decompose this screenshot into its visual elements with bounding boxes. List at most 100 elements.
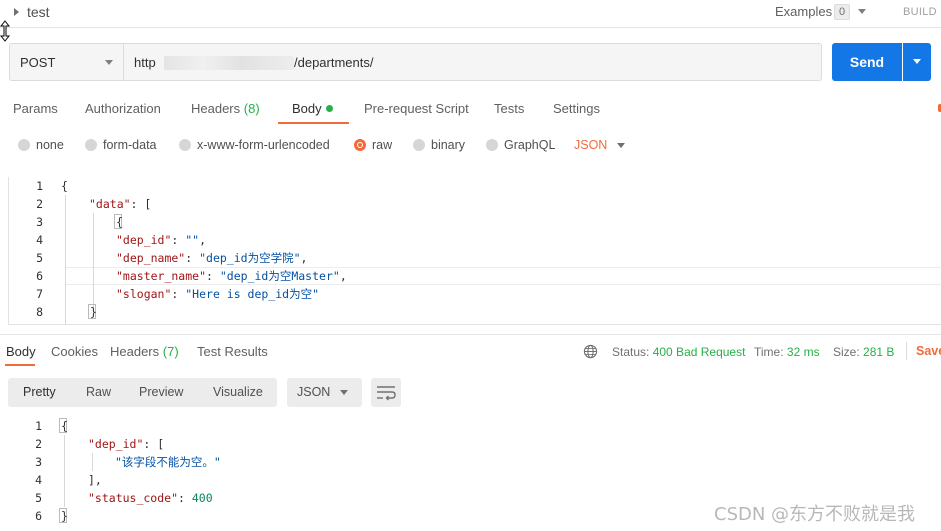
globe-icon[interactable]: [583, 344, 598, 359]
line-number: 1: [36, 179, 43, 193]
tab-params[interactable]: Params: [13, 101, 58, 116]
tab-body[interactable]: Body: [292, 101, 333, 116]
body-type-options: none form-data x-www-form-urlencoded raw…: [0, 134, 941, 158]
response-view-modes: Pretty Raw Preview Visualize: [8, 378, 277, 407]
response-format-select[interactable]: JSON: [287, 378, 362, 407]
view-preview-button[interactable]: Preview: [139, 385, 183, 399]
response-headers-count: (7): [162, 344, 179, 359]
send-options-button[interactable]: [903, 43, 931, 81]
examples-chevron-down-icon[interactable]: [858, 9, 866, 14]
response-format-value: JSON: [297, 385, 331, 399]
tab-settings[interactable]: Settings: [553, 101, 600, 116]
label-binary[interactable]: binary: [431, 138, 465, 152]
response-tab-test-results[interactable]: Test Results: [197, 344, 268, 359]
tab-headers[interactable]: Headers (8): [191, 101, 260, 116]
json-key: "dep_name": [116, 251, 186, 265]
url-path: /departments/: [294, 55, 374, 70]
request-body-editor[interactable]: 1{ 2 "data": [ 3{ 4 "dep_id": "", 5 "dep_na…: [8, 177, 941, 325]
response-active-tab-underline: [5, 364, 35, 366]
request-tabs: Params Authorization Headers (8) Body Pr…: [0, 96, 941, 126]
json-key: "data": [89, 197, 131, 211]
json-string: "该字段不能为空。": [115, 455, 221, 469]
save-response-button[interactable]: Save: [916, 344, 941, 358]
method-value: POST: [20, 55, 56, 70]
url-redacted-host: [164, 56, 294, 70]
code-token: }: [90, 305, 97, 319]
resize-cursor-icon: [0, 20, 10, 42]
response-tab-cookies[interactable]: Cookies: [51, 344, 98, 359]
line-number: 3: [36, 215, 43, 229]
examples-button[interactable]: Examples: [775, 4, 832, 19]
url-prefix: http: [134, 55, 156, 70]
format-chevron-down-icon[interactable]: [617, 143, 625, 148]
line-number: 2: [36, 197, 43, 211]
json-key: "dep_id": [88, 437, 144, 451]
code-token: {: [116, 215, 123, 229]
json-number: 400: [191, 491, 213, 505]
view-raw-button[interactable]: Raw: [86, 385, 111, 399]
json-string: "Here is dep_id为空": [185, 287, 320, 301]
build-button[interactable]: BUILD: [903, 6, 937, 18]
send-chevron-down-icon: [913, 59, 921, 64]
headers-count: (8): [243, 101, 260, 116]
send-button[interactable]: Send: [832, 43, 902, 81]
status-value: 400 Bad Request: [652, 345, 746, 359]
line-number: 5: [36, 251, 43, 265]
label-graphql[interactable]: GraphQL: [504, 138, 555, 152]
size-readout: Size: 281 B: [833, 345, 895, 359]
view-pretty-button[interactable]: Pretty: [23, 385, 56, 399]
code-token: : [: [143, 437, 165, 451]
label-form-data[interactable]: form-data: [103, 138, 157, 152]
json-string: "": [185, 233, 200, 247]
label-raw[interactable]: raw: [372, 138, 392, 152]
json-key: "dep_id": [116, 233, 172, 247]
radio-x-www-form-urlencoded[interactable]: [179, 139, 191, 151]
line-number: 4: [36, 233, 43, 247]
json-key: "slogan": [116, 287, 172, 301]
body-indicator-dot: [325, 105, 333, 112]
response-format-chevron-down-icon: [340, 390, 348, 395]
radio-raw[interactable]: [354, 139, 366, 151]
examples-count-badge: 0: [834, 4, 850, 20]
response-tab-body[interactable]: Body: [6, 344, 36, 359]
json-string: "dep_id为空Master": [219, 269, 340, 283]
view-visualize-button[interactable]: Visualize: [213, 385, 263, 399]
line-number: 2: [35, 437, 42, 451]
collapse-caret-icon[interactable]: [14, 8, 19, 16]
code-token: {: [61, 419, 68, 433]
status-divider: [906, 342, 907, 360]
code-token: {: [61, 179, 68, 193]
line-number: 1: [35, 419, 42, 433]
response-tab-headers[interactable]: Headers (7): [110, 344, 179, 359]
label-x-www-form-urlencoded[interactable]: x-www-form-urlencoded: [197, 138, 330, 152]
code-token: }: [61, 509, 68, 523]
radio-binary[interactable]: [413, 139, 425, 151]
size-value: 281 B: [863, 345, 895, 359]
line-number: 5: [35, 491, 42, 505]
raw-format-select[interactable]: JSON: [574, 138, 607, 152]
line-number: 6: [36, 269, 43, 283]
tab-pre-request-script[interactable]: Pre-request Script: [364, 101, 469, 116]
code-token: ],: [88, 473, 102, 487]
radio-form-data[interactable]: [85, 139, 97, 151]
time-value: 32 ms: [786, 345, 820, 359]
url-input[interactable]: http /departments/: [123, 43, 822, 81]
radio-none[interactable]: [18, 139, 30, 151]
line-number: 7: [36, 287, 43, 301]
line-number: 8: [36, 305, 43, 319]
method-select[interactable]: POST: [9, 43, 123, 81]
tab-authorization[interactable]: Authorization: [85, 101, 161, 116]
tab-tests[interactable]: Tests: [494, 101, 524, 116]
status-readout: Status: 400 Bad Request: [612, 345, 746, 359]
json-key: "status_code": [88, 491, 179, 505]
request-name[interactable]: test: [27, 4, 50, 20]
wrap-lines-icon: [377, 386, 396, 401]
label-none[interactable]: none: [36, 138, 64, 152]
radio-graphql[interactable]: [486, 139, 498, 151]
active-tab-underline: [278, 122, 349, 124]
request-header-bar: test Examples 0 BUILD: [0, 0, 941, 28]
response-divider[interactable]: [0, 334, 941, 335]
watermark: CSDN @东方不败就是我: [714, 504, 916, 525]
wrap-lines-button[interactable]: [371, 378, 401, 407]
time-readout: Time: 32 ms: [754, 345, 820, 359]
